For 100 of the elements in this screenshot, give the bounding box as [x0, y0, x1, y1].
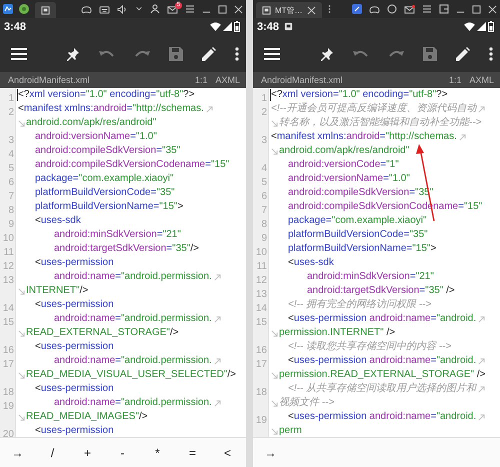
- window-tab[interactable]: [35, 2, 56, 18]
- code-line: android:minSdkVersion="21": [54, 228, 181, 242]
- code-line: READ_MEDIA_IMAGES"/>: [26, 410, 148, 424]
- code-line: <uses-permission android:name="android.: [288, 410, 476, 424]
- code-line: <!--开通会员可提高反编译速度、资源代码自动: [271, 102, 476, 116]
- window-icon[interactable]: [439, 4, 449, 14]
- text-cursor: [17, 89, 18, 101]
- symbol-key[interactable]: →: [0, 442, 35, 464]
- line-number: 17: [2, 359, 15, 370]
- symbol-key[interactable]: =: [175, 442, 210, 464]
- code-line: permission.INTERNET" />: [279, 326, 396, 340]
- notification-dot: [412, 4, 415, 8]
- code-line: <uses-permission android:name="android.: [288, 312, 476, 326]
- app-icon[interactable]: [19, 4, 29, 14]
- code-line: android:name="android.permission.: [54, 312, 212, 326]
- pencil-icon[interactable]: [202, 46, 216, 60]
- code-line: INTERNET"/>: [26, 284, 88, 298]
- line-number: 11: [4, 247, 15, 258]
- line-number: 17: [256, 359, 268, 370]
- wrap-icon: [18, 330, 25, 336]
- line-number: 20: [2, 429, 15, 437]
- wifi-icon: [464, 22, 475, 31]
- code-line: android:minSdkVersion="21": [307, 270, 434, 284]
- symbol-key[interactable]: -: [105, 442, 140, 464]
- redo-icon[interactable]: [134, 48, 150, 58]
- line-number: 9: [261, 233, 268, 244]
- more-icon[interactable]: [328, 4, 331, 14]
- tab-title: MT管…: [275, 4, 303, 16]
- line-number: 8: [8, 205, 15, 216]
- code-line: android.com/apk/res/android": [279, 144, 410, 158]
- line-number: 7: [261, 205, 268, 216]
- wrap-icon: [18, 120, 25, 126]
- save-icon[interactable]: [423, 46, 437, 60]
- line-number: 15: [2, 317, 15, 328]
- line-number: 14: [256, 303, 268, 314]
- clock-time: 3:48: [257, 20, 280, 32]
- code-line: <!-- 拥有完全的网络访问权限 -->: [288, 298, 432, 312]
- text-cursor: [270, 89, 271, 101]
- app-icon[interactable]: [3, 4, 13, 14]
- wrap-icon: [271, 400, 278, 406]
- speaker-icon[interactable]: [117, 4, 128, 14]
- wrap-icon: [271, 148, 278, 154]
- window-tab[interactable]: MT管…: [256, 2, 322, 18]
- code-line: perm: [279, 424, 302, 437]
- line-number: 18: [256, 387, 268, 398]
- line-number: 1: [261, 93, 268, 104]
- close-icon[interactable]: [234, 4, 243, 14]
- close-icon[interactable]: [488, 4, 497, 14]
- code-line: android:versionCode="1": [288, 158, 399, 172]
- undo-icon[interactable]: [353, 48, 369, 58]
- more-icon[interactable]: [235, 46, 239, 60]
- gamepad-icon[interactable]: [81, 4, 92, 14]
- symbol-key[interactable]: <: [210, 442, 245, 464]
- app-icon[interactable]: [352, 4, 362, 14]
- cursor-position: 1:1: [448, 75, 462, 85]
- gamepad-icon[interactable]: [369, 4, 380, 14]
- maximize-icon[interactable]: [472, 4, 481, 14]
- code-line: android:versionName="1.0": [288, 172, 410, 186]
- pin-icon[interactable]: [66, 46, 80, 60]
- file-mode: AXML: [215, 75, 240, 85]
- wrap-icon: [271, 120, 278, 126]
- line-number: 2: [261, 107, 268, 118]
- symbol-key[interactable]: +: [70, 442, 105, 464]
- code-line: package="com.example.xiaoyi": [35, 172, 174, 186]
- close-icon[interactable]: [306, 6, 316, 14]
- line-number: 10: [2, 233, 15, 244]
- menu-icon[interactable]: [185, 4, 195, 14]
- wrap-icon: [271, 372, 278, 378]
- file-mode: AXML: [469, 75, 494, 85]
- menu-icon[interactable]: [422, 4, 432, 14]
- line-number: 9: [8, 219, 15, 230]
- code-line: <uses-permission: [35, 340, 114, 354]
- undo-icon[interactable]: [99, 48, 115, 58]
- keyboard-icon[interactable]: [99, 4, 110, 14]
- maximize-icon[interactable]: [218, 4, 227, 14]
- pin-icon[interactable]: [320, 46, 334, 60]
- wifi-icon: [210, 22, 221, 31]
- symbol-key[interactable]: /: [35, 442, 70, 464]
- line-number: 16: [256, 345, 268, 356]
- more-icon[interactable]: [489, 46, 493, 60]
- line-number: 19: [256, 415, 268, 426]
- symbol-key[interactable]: →: [253, 442, 288, 464]
- pencil-icon[interactable]: [456, 46, 470, 60]
- code-line: 转名称，以及激活智能编辑和自动补全功能-->: [279, 116, 482, 130]
- code-line: <uses-permission: [35, 298, 114, 312]
- code-line: permission.READ_EXTERNAL_STORAGE" />: [279, 368, 486, 382]
- wrap-icon: [271, 428, 278, 434]
- line-number: 3: [261, 135, 268, 146]
- code-line: platformBuildVersionCode="35": [35, 186, 175, 200]
- code-line: <?xml version="1.0" encoding="utf-8"?>: [18, 88, 195, 102]
- line-number: 14: [2, 303, 15, 314]
- symbol-key[interactable]: *: [140, 442, 175, 464]
- line-number: 19: [2, 401, 15, 412]
- code-line: android:compileSdkVersion="35": [35, 144, 180, 158]
- save-icon[interactable]: [169, 46, 183, 60]
- code-line: android:targetSdkVersion="35"/>: [54, 242, 199, 256]
- mail-icon[interactable]: [404, 4, 415, 14]
- redo-icon[interactable]: [388, 48, 404, 58]
- mail-icon[interactable]: [167, 4, 178, 14]
- chevron-icon[interactable]: [135, 5, 143, 13]
